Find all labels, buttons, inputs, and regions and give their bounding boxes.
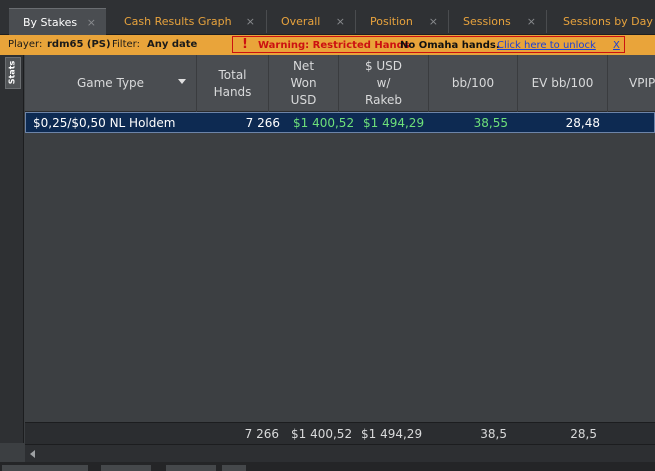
total-ev-bb100: 28,5 (570, 427, 597, 441)
column-header-game-type[interactable]: Game Type (25, 55, 197, 112)
tab-overall[interactable]: Overall × (267, 8, 355, 35)
column-header-total-hands[interactable]: Total Hands (197, 55, 269, 112)
column-header-label: $ USD w/ Rakeb (364, 59, 403, 107)
column-header-label: bb/100 (451, 76, 495, 90)
totals-row: 7 266 $1 400,52 $1 494,29 38,5 28,5 (25, 422, 655, 444)
horizontal-scrollbar[interactable] (25, 444, 655, 462)
tab-label: Overall (281, 15, 321, 28)
cell-usd-rakeb: $1 494,29 (363, 116, 425, 130)
column-header-label: EV bb/100 (531, 76, 594, 90)
tab-cash-results-graph[interactable]: Cash Results Graph × (110, 8, 265, 35)
dismiss-link[interactable]: X (613, 40, 620, 51)
column-header-vpip[interactable]: VPIP (608, 55, 655, 112)
column-header-label: VPIP (629, 76, 655, 90)
close-icon[interactable]: × (429, 15, 438, 28)
tab-by-stakes[interactable]: By Stakes × (9, 8, 106, 35)
scrollbar-thumb[interactable] (45, 448, 385, 460)
total-bb100: 38,5 (480, 427, 507, 441)
close-icon[interactable]: × (336, 15, 345, 28)
scroll-left-icon[interactable] (30, 450, 35, 458)
table-row[interactable]: $0,25/$0,50 NL Holdem 7 266 $1 400,52 $1… (25, 112, 655, 133)
total-net-won: $1 400,52 (291, 427, 353, 441)
info-bar: Player: rdm65 (PS) Filter: Any date ! Wa… (0, 35, 655, 55)
column-header-usd-rakeb[interactable]: $ USD w/ Rakeb (339, 55, 429, 112)
cell-game-type: $0,25/$0,50 NL Holdem (33, 116, 176, 130)
tab-label: Position (370, 15, 413, 28)
toolbar-segment[interactable] (101, 465, 151, 471)
side-strip: Stats (0, 55, 24, 443)
cell-net-won: $1 400,52 (293, 116, 355, 130)
stats-side-tab[interactable]: Stats (5, 57, 21, 89)
app-window: By Stakes × Cash Results Graph × Overall… (0, 0, 655, 471)
cell-bb100: 38,55 (473, 116, 508, 130)
warning-text: Warning: Restricted Hands (258, 40, 410, 51)
close-icon[interactable]: × (246, 15, 255, 28)
total-usd-rakeb: $1 494,29 (361, 427, 423, 441)
unlock-link[interactable]: Click here to unlock (497, 40, 596, 51)
column-header-net-won[interactable]: Net Won USD (269, 55, 339, 112)
cell-ev-bb100: 28,48 (565, 116, 600, 130)
column-header-label: Net Won USD (290, 59, 317, 107)
column-header-label: Game Type (76, 76, 145, 90)
tab-bar: By Stakes × Cash Results Graph × Overall… (0, 0, 655, 35)
total-hands: 7 266 (244, 427, 279, 441)
tab-sessions-by-day[interactable]: Sessions by Day (549, 8, 655, 35)
warning-icon: ! (242, 37, 248, 52)
warning-box: ! Warning: Restricted Hands No Omaha han… (232, 36, 625, 53)
tab-position[interactable]: Position × (356, 8, 448, 35)
tab-sessions[interactable]: Sessions × (449, 8, 546, 35)
player-label: Player: (8, 39, 43, 50)
dropdown-arrow-icon[interactable] (178, 79, 186, 84)
tab-label: Cash Results Graph (124, 15, 232, 28)
grid-body: $0,25/$0,50 NL Holdem 7 266 $1 400,52 $1… (25, 112, 655, 422)
grid-header: Game Type Total Hands Net Won USD $ USD … (25, 55, 655, 112)
filter-label: Filter: (112, 39, 140, 50)
toolbar-segment[interactable] (166, 465, 216, 471)
no-omaha-text: No Omaha hands. (400, 40, 500, 51)
filter-value: Any date (147, 39, 198, 50)
stats-side-tab-label: Stats (7, 60, 17, 85)
column-header-ev-bb100[interactable]: EV bb/100 (518, 55, 608, 112)
toolbar-segment[interactable] (222, 465, 246, 471)
column-header-bb100[interactable]: bb/100 (429, 55, 518, 112)
bottom-toolbar (0, 462, 655, 471)
player-value: rdm65 (PS) (47, 39, 111, 50)
toolbar-segment[interactable] (2, 465, 88, 471)
close-icon[interactable]: × (527, 15, 536, 28)
column-header-label: Total Hands (213, 67, 252, 99)
close-icon[interactable]: × (87, 16, 96, 29)
tab-label: Sessions (463, 15, 511, 28)
cell-total-hands: 7 266 (245, 116, 280, 130)
tab-label: By Stakes (23, 15, 78, 29)
tab-label: Sessions by Day (563, 15, 653, 28)
